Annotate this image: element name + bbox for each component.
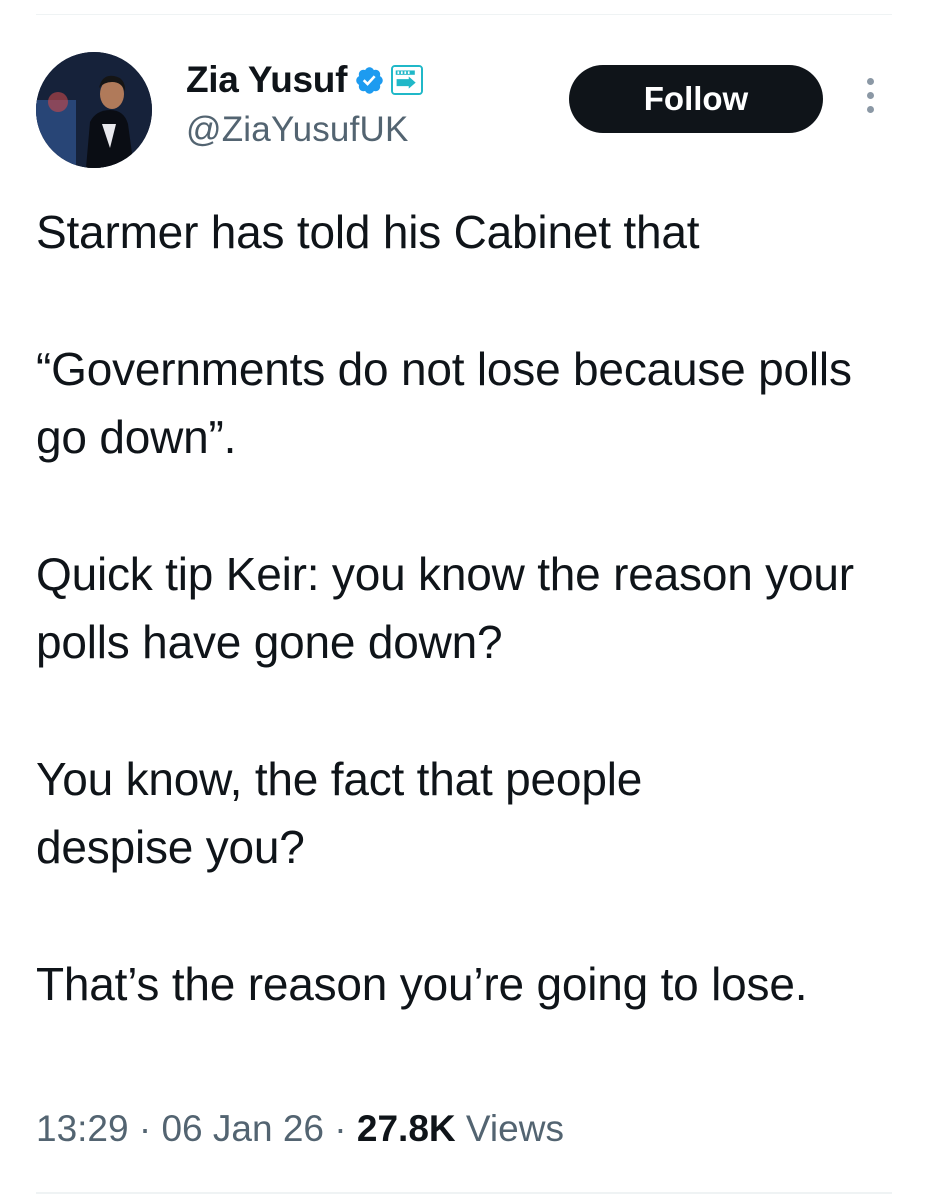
meta-separator: · xyxy=(138,1108,152,1149)
meta-separator: · xyxy=(334,1108,347,1149)
name-row: Zia Yusuf xyxy=(186,56,424,104)
display-name[interactable]: Zia Yusuf xyxy=(186,59,347,101)
verified-badge-icon[interactable] xyxy=(354,65,385,96)
tweet-paragraph: “Governments do not lose because polls g… xyxy=(36,343,852,463)
avatar[interactable] xyxy=(36,52,152,168)
handle[interactable]: @ZiaYusufUK xyxy=(186,110,423,150)
tweet-date[interactable]: 06 Jan 26 xyxy=(161,1108,324,1149)
author-header: Zia Yusuf @ZiaYusufUK xyxy=(186,56,424,150)
tweet-text: Starmer has told his Cabinet that “Gover… xyxy=(36,198,906,1018)
tweet-paragraph: Starmer has told his Cabinet that xyxy=(36,206,700,258)
reform-uk-badge-icon[interactable] xyxy=(391,65,424,95)
avatar-photo xyxy=(36,52,152,168)
views-label[interactable]: Views xyxy=(466,1108,564,1149)
top-divider xyxy=(36,14,892,15)
follow-button[interactable]: Follow xyxy=(569,65,823,133)
tweet-paragraph: That’s the reason you’re going to lose. xyxy=(36,958,808,1010)
tweet-paragraph: Quick tip Keir: you know the reason your… xyxy=(36,548,854,668)
views-count[interactable]: 27.8K xyxy=(357,1108,456,1149)
bottom-divider xyxy=(36,1192,892,1194)
tweet-time[interactable]: 13:29 xyxy=(36,1108,129,1149)
tweet-meta: 13:29 · 06 Jan 26 · 27.8K Views xyxy=(36,1108,564,1150)
tweet-paragraph: You know, the fact that people despise y… xyxy=(36,753,643,873)
more-options-icon[interactable] xyxy=(858,78,882,120)
